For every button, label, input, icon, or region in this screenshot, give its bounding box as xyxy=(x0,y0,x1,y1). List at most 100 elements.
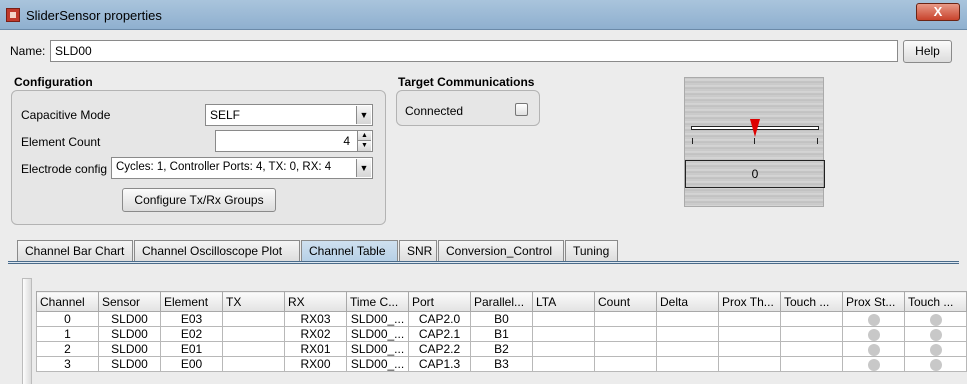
table-row[interactable]: 0 SLD00 E03 RX03 SLD00_... CAP2.0 B0 xyxy=(36,311,967,327)
column-header[interactable]: Sensor xyxy=(98,291,161,312)
table-cell: SLD00 xyxy=(98,341,161,357)
decrement-arrow-icon[interactable]: ▼ xyxy=(357,141,371,151)
column-header[interactable]: Touch ... xyxy=(904,291,967,312)
column-header[interactable]: Port xyxy=(408,291,471,312)
configure-tx-rx-groups-button[interactable]: Configure Tx/Rx Groups xyxy=(122,188,276,212)
column-header[interactable]: LTA xyxy=(532,291,595,312)
table-cell xyxy=(904,341,967,357)
table-cell xyxy=(842,356,905,372)
table-cell: SLD00 xyxy=(98,356,161,372)
column-header[interactable]: Parallel... xyxy=(470,291,533,312)
increment-arrow-icon[interactable]: ▲ xyxy=(357,131,371,141)
tab-channel-oscilloscope-plot[interactable]: Channel Oscilloscope Plot xyxy=(134,240,300,262)
status-indicator-icon xyxy=(929,313,942,326)
column-header[interactable]: Time C... xyxy=(346,291,409,312)
column-header[interactable]: Channel xyxy=(36,291,99,312)
electrode-config-label: Electrode config xyxy=(21,162,108,176)
table-cell: E00 xyxy=(160,356,223,372)
table-cell xyxy=(842,326,905,342)
status-indicator-icon xyxy=(929,328,942,341)
table-cell: B1 xyxy=(470,326,533,342)
slider-tick xyxy=(754,138,755,144)
table-cell: CAP1.3 xyxy=(408,356,471,372)
table-row[interactable]: 1 SLD00 E02 RX02 SLD00_... CAP2.1 B1 xyxy=(36,326,967,342)
table-cell xyxy=(594,341,657,357)
name-label: Name: xyxy=(10,44,46,58)
table-cell xyxy=(780,326,843,342)
table-cell: B3 xyxy=(470,356,533,372)
tab-tuning[interactable]: Tuning xyxy=(565,240,618,262)
element-count-value: 4 xyxy=(343,134,350,148)
table-cell: 2 xyxy=(36,341,99,357)
column-header[interactable]: Prox St... xyxy=(842,291,905,312)
chevron-down-icon[interactable]: ▼ xyxy=(356,106,371,124)
table-cell: CAP2.2 xyxy=(408,341,471,357)
table-cell xyxy=(594,356,657,372)
tab-channel-table[interactable]: Channel Table xyxy=(301,240,398,262)
name-input[interactable]: SLD00 xyxy=(50,40,898,62)
table-cell xyxy=(222,356,285,372)
table-cell xyxy=(718,326,781,342)
table-cell xyxy=(532,311,595,327)
table-cell xyxy=(842,341,905,357)
table-row[interactable]: 2 SLD00 E01 RX01 SLD00_... CAP2.2 B2 xyxy=(36,341,967,357)
table-cell xyxy=(718,356,781,372)
column-header[interactable]: Element xyxy=(160,291,223,312)
table-cell: RX03 xyxy=(284,311,347,327)
table-cell xyxy=(222,326,285,342)
table-side-handle[interactable] xyxy=(22,278,32,384)
status-indicator-icon xyxy=(867,358,880,371)
status-indicator-icon xyxy=(867,313,880,326)
tab-snr[interactable]: SNR xyxy=(399,240,437,262)
status-indicator-icon xyxy=(867,328,880,341)
status-indicator-icon xyxy=(867,343,880,356)
target-communications-title: Target Communications xyxy=(398,75,535,89)
table-cell xyxy=(532,356,595,372)
table-cell xyxy=(904,311,967,327)
configuration-title: Configuration xyxy=(14,75,93,89)
table-cell: CAP2.0 xyxy=(408,311,471,327)
column-header[interactable]: Delta xyxy=(656,291,719,312)
table-cell xyxy=(594,311,657,327)
table-cell: E03 xyxy=(160,311,223,327)
slider-tick xyxy=(817,138,818,144)
table-cell: SLD00_... xyxy=(346,341,409,357)
element-count-spinner[interactable]: 4 ▲ ▼ xyxy=(215,130,373,152)
table-cell xyxy=(222,341,285,357)
tab-conversion-control[interactable]: Conversion_Control xyxy=(438,240,564,262)
slider-value-display: 0 xyxy=(685,160,825,188)
window-title: SliderSensor properties xyxy=(26,8,162,23)
chevron-down-icon[interactable]: ▼ xyxy=(356,159,371,177)
table-cell xyxy=(656,356,719,372)
table-row[interactable]: 3 SLD00 E00 RX00 SLD00_... CAP1.3 B3 xyxy=(36,356,967,372)
help-button[interactable]: Help xyxy=(903,40,952,63)
table-cell: CAP2.1 xyxy=(408,326,471,342)
table-cell: SLD00 xyxy=(98,326,161,342)
column-header[interactable]: TX xyxy=(222,291,285,312)
table-cell xyxy=(780,311,843,327)
table-cell: SLD00_... xyxy=(346,356,409,372)
electrode-config-value: Cycles: 1, Controller Ports: 4, TX: 0, R… xyxy=(116,161,332,173)
column-header[interactable]: Touch ... xyxy=(780,291,843,312)
column-header[interactable]: Count xyxy=(594,291,657,312)
table-cell xyxy=(222,311,285,327)
table-cell xyxy=(780,341,843,357)
column-header[interactable]: RX xyxy=(284,291,347,312)
app-icon xyxy=(6,8,20,22)
table-cell: SLD00_... xyxy=(346,326,409,342)
electrode-config-select[interactable]: Cycles: 1, Controller Ports: 4, TX: 0, R… xyxy=(111,157,373,179)
capacitive-mode-select[interactable]: SELF ▼ xyxy=(205,104,373,126)
slider-preview: 0 xyxy=(684,77,825,207)
table-cell xyxy=(842,311,905,327)
capacitive-mode-label: Capacitive Mode xyxy=(21,108,111,122)
connected-checkbox[interactable] xyxy=(515,103,528,116)
table-cell: B0 xyxy=(470,311,533,327)
channel-table: Channel Sensor Element TX RX Time C... Port Par… xyxy=(36,291,967,372)
title-bar: SliderSensor properties X xyxy=(0,0,967,30)
table-cell: RX01 xyxy=(284,341,347,357)
table-cell: RX00 xyxy=(284,356,347,372)
column-header[interactable]: Prox Th... xyxy=(718,291,781,312)
close-button[interactable]: X xyxy=(916,3,960,21)
tab-channel-bar-chart[interactable]: Channel Bar Chart xyxy=(17,240,133,262)
table-cell xyxy=(780,356,843,372)
